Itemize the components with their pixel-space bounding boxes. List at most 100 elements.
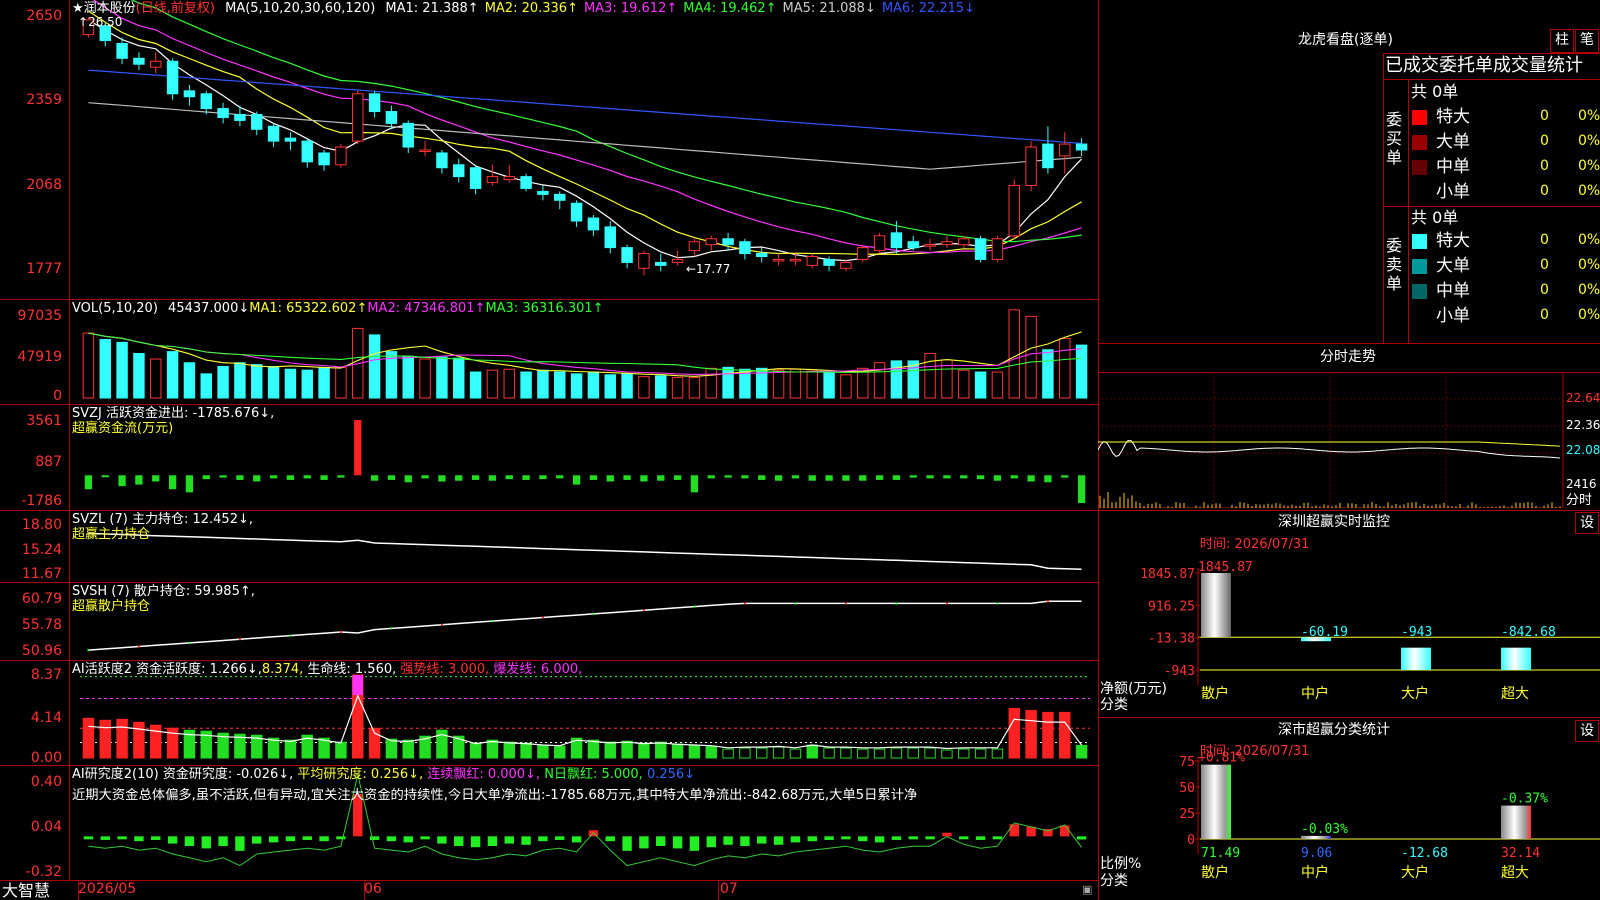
ai1-bar xyxy=(117,719,127,758)
candle-body xyxy=(420,150,430,152)
volume-bar xyxy=(1009,310,1019,398)
svzl-axis-label: 15.24 xyxy=(0,542,62,558)
ai2-bar xyxy=(218,836,227,846)
ai1-bar xyxy=(773,747,783,758)
volume-bar xyxy=(639,377,649,398)
ma-value-4: MA4: 19.462↑ xyxy=(683,1,776,16)
svzj-bar xyxy=(943,475,950,478)
favorite-star-icon[interactable]: ★ xyxy=(72,1,84,16)
volume-bar xyxy=(723,367,733,398)
candle-body xyxy=(521,177,531,189)
candle-body xyxy=(773,259,783,261)
svzj-bar xyxy=(893,475,900,480)
svzj-bar xyxy=(186,475,193,492)
sh-bar xyxy=(1201,765,1231,839)
ai2-bar xyxy=(639,836,648,848)
sh-axis-label: 0 xyxy=(1187,833,1195,848)
sh-bar-value: 9.06 xyxy=(1301,846,1332,861)
svsh-tick xyxy=(643,609,645,611)
volume-bar xyxy=(235,363,245,398)
volume-bar xyxy=(571,374,581,398)
ai1-bar xyxy=(1043,712,1053,758)
vol-header: VOL(5,10,20) 45437.000↓MA1: 65322.602↑MA… xyxy=(72,301,604,316)
svzj-subtitle: 超赢资金流(万元) xyxy=(72,421,173,436)
sell-row-name: 大单 xyxy=(1436,256,1470,276)
volume-bar xyxy=(252,365,262,398)
sz-monitor-chart: 1845.87916.25-13.38-9431845.87散户-60.19中户… xyxy=(1098,510,1600,715)
svzj-bar xyxy=(270,475,277,478)
ai2-bar xyxy=(505,836,514,843)
candle-body xyxy=(285,138,295,141)
lhb-mid-line xyxy=(1383,206,1600,207)
volume-bar xyxy=(504,369,514,398)
ai2-bar xyxy=(404,836,413,842)
buy-row-name: 小单 xyxy=(1436,182,1470,202)
vol-axis-label: 97035 xyxy=(0,308,62,324)
svsh-axis-label: 55.78 xyxy=(0,617,62,633)
lock-icon[interactable]: ▣ xyxy=(1082,882,1092,897)
candle-body xyxy=(975,239,985,260)
svzj-bar xyxy=(792,475,799,478)
sh-category: 大户 xyxy=(1401,864,1429,881)
ai2-bar xyxy=(269,836,278,842)
candle-body xyxy=(841,262,851,268)
candle-body xyxy=(571,203,581,221)
vol-axis-label: 47919 xyxy=(0,349,62,365)
ai2-bar xyxy=(622,836,631,851)
ai2-bar xyxy=(286,836,295,841)
sh-unit-label: 比例% xyxy=(1100,857,1141,872)
ai1-bar xyxy=(807,745,817,758)
period-label[interactable]: (日线,前复权) xyxy=(136,1,215,16)
svzj-axis-label: 3561 xyxy=(0,413,62,429)
buy-row-pct: 0% xyxy=(1578,159,1600,174)
svsh-subtitle: 超赢散户持仓 xyxy=(72,599,150,614)
lhb-bar-button[interactable]: 柱 xyxy=(1550,29,1574,53)
sz-bar-label: -842.68 xyxy=(1501,625,1556,640)
ai1-bar xyxy=(487,740,497,758)
ai2-bar xyxy=(303,836,312,840)
svzj-bar xyxy=(405,475,412,482)
ai1-bar xyxy=(723,749,733,758)
svzj-bar xyxy=(607,475,614,481)
svzj-bar xyxy=(152,475,159,481)
ai2-bar xyxy=(572,836,581,842)
sz-axis-label: -13.38 xyxy=(1148,632,1195,647)
svzj-bar xyxy=(489,475,496,480)
sell-side-label: 委卖单 xyxy=(1386,236,1404,293)
volume-bar xyxy=(454,358,464,398)
intraday-axis-label: 22.36 xyxy=(1566,418,1600,433)
ai1-bar xyxy=(134,722,144,758)
intraday-axis-label: 22.08 xyxy=(1566,443,1600,458)
price-header: ★润本股份(日线,前复权) MA(5,10,20,30,60,120) MA1:… xyxy=(72,1,975,16)
price-axis-label: 2650 xyxy=(0,8,62,24)
sz-category: 中户 xyxy=(1301,685,1329,702)
candle-body xyxy=(369,94,379,112)
svzj-bar xyxy=(1027,475,1034,481)
ai2-bar xyxy=(134,836,143,841)
candle-body xyxy=(588,218,598,230)
ai1-bar xyxy=(555,746,565,758)
svzj-bar xyxy=(640,475,647,481)
ai2-bar xyxy=(656,836,665,846)
ai2-bar xyxy=(101,836,110,840)
svzj-bar xyxy=(876,475,883,480)
sell-row-value: 0 xyxy=(1540,283,1549,298)
ma-line-1 xyxy=(88,20,1081,261)
svzj-bar xyxy=(926,475,933,478)
ai1-bar xyxy=(992,749,1002,758)
volume-bar xyxy=(992,372,1002,398)
svzj-axis-label: -1786 xyxy=(0,493,62,509)
candle-body xyxy=(757,254,767,257)
ai1-bar xyxy=(1026,710,1036,758)
ai2-bar xyxy=(606,836,615,841)
lhb-tick-button[interactable]: 笔 xyxy=(1575,29,1599,53)
svzj-bar xyxy=(674,475,681,480)
svsh-tick xyxy=(794,602,796,604)
sh-bar xyxy=(1501,806,1531,839)
intraday-vol-value: 2416 xyxy=(1566,477,1597,492)
low-marker: ←17.77 xyxy=(686,262,730,277)
svzj-bar xyxy=(304,475,311,478)
candle-body xyxy=(353,94,363,141)
candle-body xyxy=(942,242,952,245)
svzj-bar xyxy=(1044,475,1051,482)
